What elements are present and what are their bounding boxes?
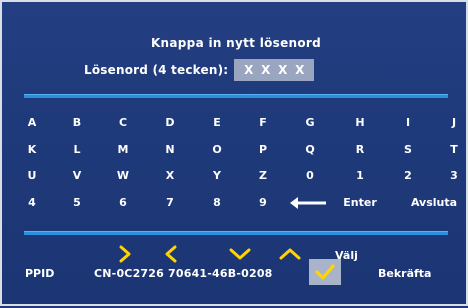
key-n[interactable]: N <box>165 143 174 157</box>
confirm-checkbox[interactable] <box>309 259 341 285</box>
key-u[interactable]: U <box>28 169 37 183</box>
ppid-value: CN-0C2726 70641-46B-0208 <box>94 267 273 280</box>
key-z[interactable]: Z <box>259 169 267 183</box>
key-o[interactable]: O <box>212 143 221 157</box>
key-x[interactable]: X <box>166 169 174 183</box>
key-m[interactable]: M <box>118 143 129 157</box>
key-3[interactable]: 3 <box>450 169 458 183</box>
key-8[interactable]: 8 <box>213 196 221 210</box>
key-l[interactable]: L <box>73 143 80 157</box>
key-v[interactable]: V <box>73 169 82 183</box>
key-i[interactable]: I <box>406 116 410 130</box>
chevron-right-icon[interactable] <box>115 245 135 263</box>
key-f[interactable]: F <box>259 116 267 130</box>
key-2[interactable]: 2 <box>404 169 412 183</box>
key-7[interactable]: 7 <box>166 196 174 210</box>
key-a[interactable]: A <box>28 116 37 130</box>
key-t[interactable]: T <box>450 143 458 157</box>
ppid-label: PPID <box>25 267 55 280</box>
key-e[interactable]: E <box>213 116 221 130</box>
chevron-up-icon[interactable] <box>278 245 302 263</box>
key-j[interactable]: J <box>452 116 456 130</box>
exit-button[interactable]: Avsluta <box>411 196 457 210</box>
key-4[interactable]: 4 <box>28 196 36 210</box>
checkmark-icon <box>315 264 335 280</box>
key-g[interactable]: G <box>305 116 314 130</box>
osd-panel: Knappa in nytt lösenord Lösenord (4 teck… <box>0 0 468 306</box>
key-s[interactable]: S <box>404 143 412 157</box>
key-p[interactable]: P <box>259 143 267 157</box>
key-w[interactable]: W <box>117 169 129 183</box>
key-0[interactable]: 0 <box>306 169 314 183</box>
key-d[interactable]: D <box>165 116 174 130</box>
key-r[interactable]: R <box>356 143 364 157</box>
confirm-label[interactable]: Bekräfta <box>378 267 431 280</box>
key-6[interactable]: 6 <box>119 196 127 210</box>
key-q[interactable]: Q <box>305 143 314 157</box>
key-5[interactable]: 5 <box>73 196 81 210</box>
chevron-left-icon[interactable] <box>161 245 181 263</box>
key-h[interactable]: H <box>355 116 364 130</box>
key-c[interactable]: C <box>119 116 127 130</box>
divider-bottom <box>24 231 448 235</box>
enter-button[interactable]: Enter <box>343 196 377 210</box>
key-k[interactable]: K <box>28 143 37 157</box>
key-b[interactable]: B <box>73 116 81 130</box>
key-1[interactable]: 1 <box>356 169 364 183</box>
key-y[interactable]: Y <box>213 169 221 183</box>
key-9[interactable]: 9 <box>259 196 267 210</box>
chevron-down-icon[interactable] <box>228 245 252 263</box>
backspace-arrow-icon[interactable] <box>290 195 326 209</box>
